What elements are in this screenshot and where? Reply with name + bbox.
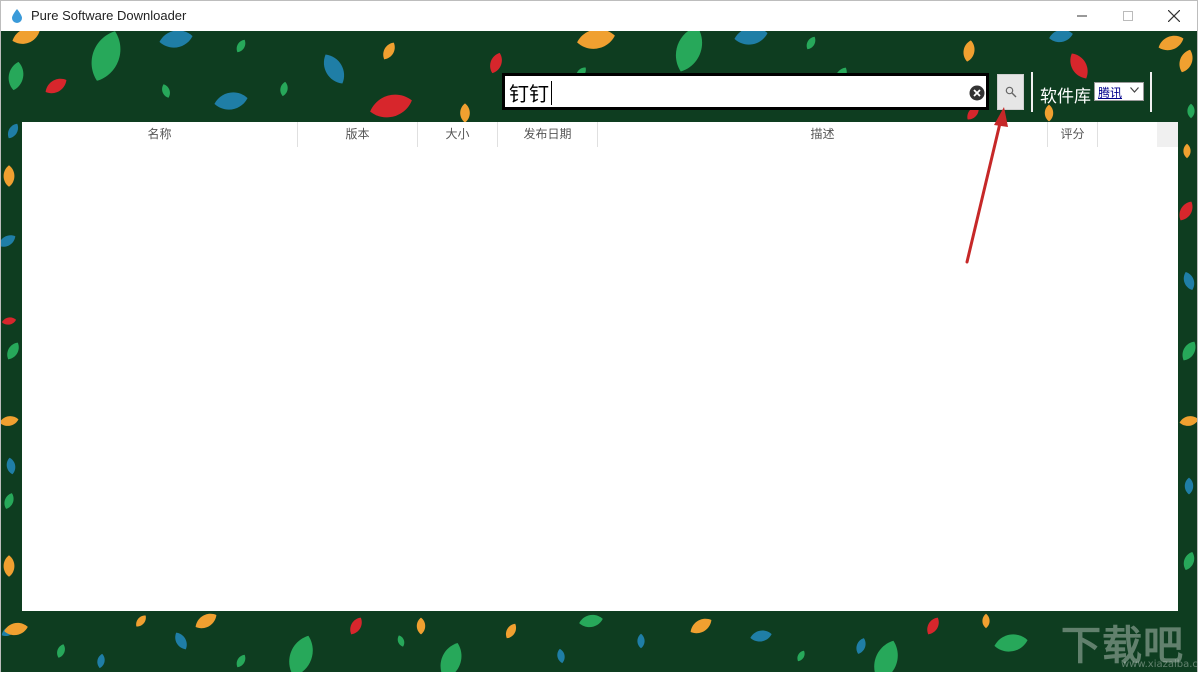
search-button[interactable]	[997, 74, 1024, 110]
results-table: 名称 版本 大小 发布日期 描述 评分	[22, 122, 1178, 611]
column-header-rating[interactable]: 评分	[1048, 122, 1098, 147]
minimize-icon	[1077, 15, 1087, 17]
watermark-url: www.xiazaiba.com	[1121, 659, 1198, 670]
library-select[interactable]: 腾讯	[1094, 82, 1144, 101]
library-selected-value: 腾讯	[1098, 86, 1123, 100]
maximize-icon	[1123, 11, 1133, 21]
toolbar-divider	[1031, 72, 1033, 112]
maximize-button[interactable]	[1105, 1, 1151, 31]
column-header-release-date[interactable]: 发布日期	[498, 122, 598, 147]
close-icon	[1168, 10, 1180, 22]
toolbar-divider	[1150, 72, 1152, 112]
chevron-down-icon	[1130, 87, 1139, 93]
column-header-version[interactable]: 版本	[298, 122, 418, 147]
title-bar: Pure Software Downloader	[1, 1, 1197, 31]
minimize-button[interactable]	[1059, 1, 1105, 31]
close-button[interactable]	[1151, 1, 1197, 31]
table-header: 名称 版本 大小 发布日期 描述 评分	[22, 122, 1157, 147]
column-header-description[interactable]: 描述	[598, 122, 1048, 147]
search-icon	[1005, 86, 1016, 98]
search-box[interactable]	[502, 73, 989, 110]
header-filler	[1157, 122, 1178, 147]
text-caret	[551, 81, 552, 105]
app-window: Pure Software Downloader 钉钉 软件库 腾讯 名称 版本…	[0, 0, 1198, 672]
main-content: 软件库 腾讯 名称 版本 大小 发布日期 描述 评分	[1, 31, 1197, 672]
search-input[interactable]	[509, 79, 959, 105]
clear-circle-icon[interactable]	[969, 85, 985, 101]
column-header-size[interactable]: 大小	[418, 122, 498, 147]
library-label: 软件库	[1040, 87, 1091, 107]
water-drop-icon	[12, 9, 22, 23]
column-header-name[interactable]: 名称	[22, 122, 298, 147]
window-title: Pure Software Downloader	[31, 8, 187, 23]
